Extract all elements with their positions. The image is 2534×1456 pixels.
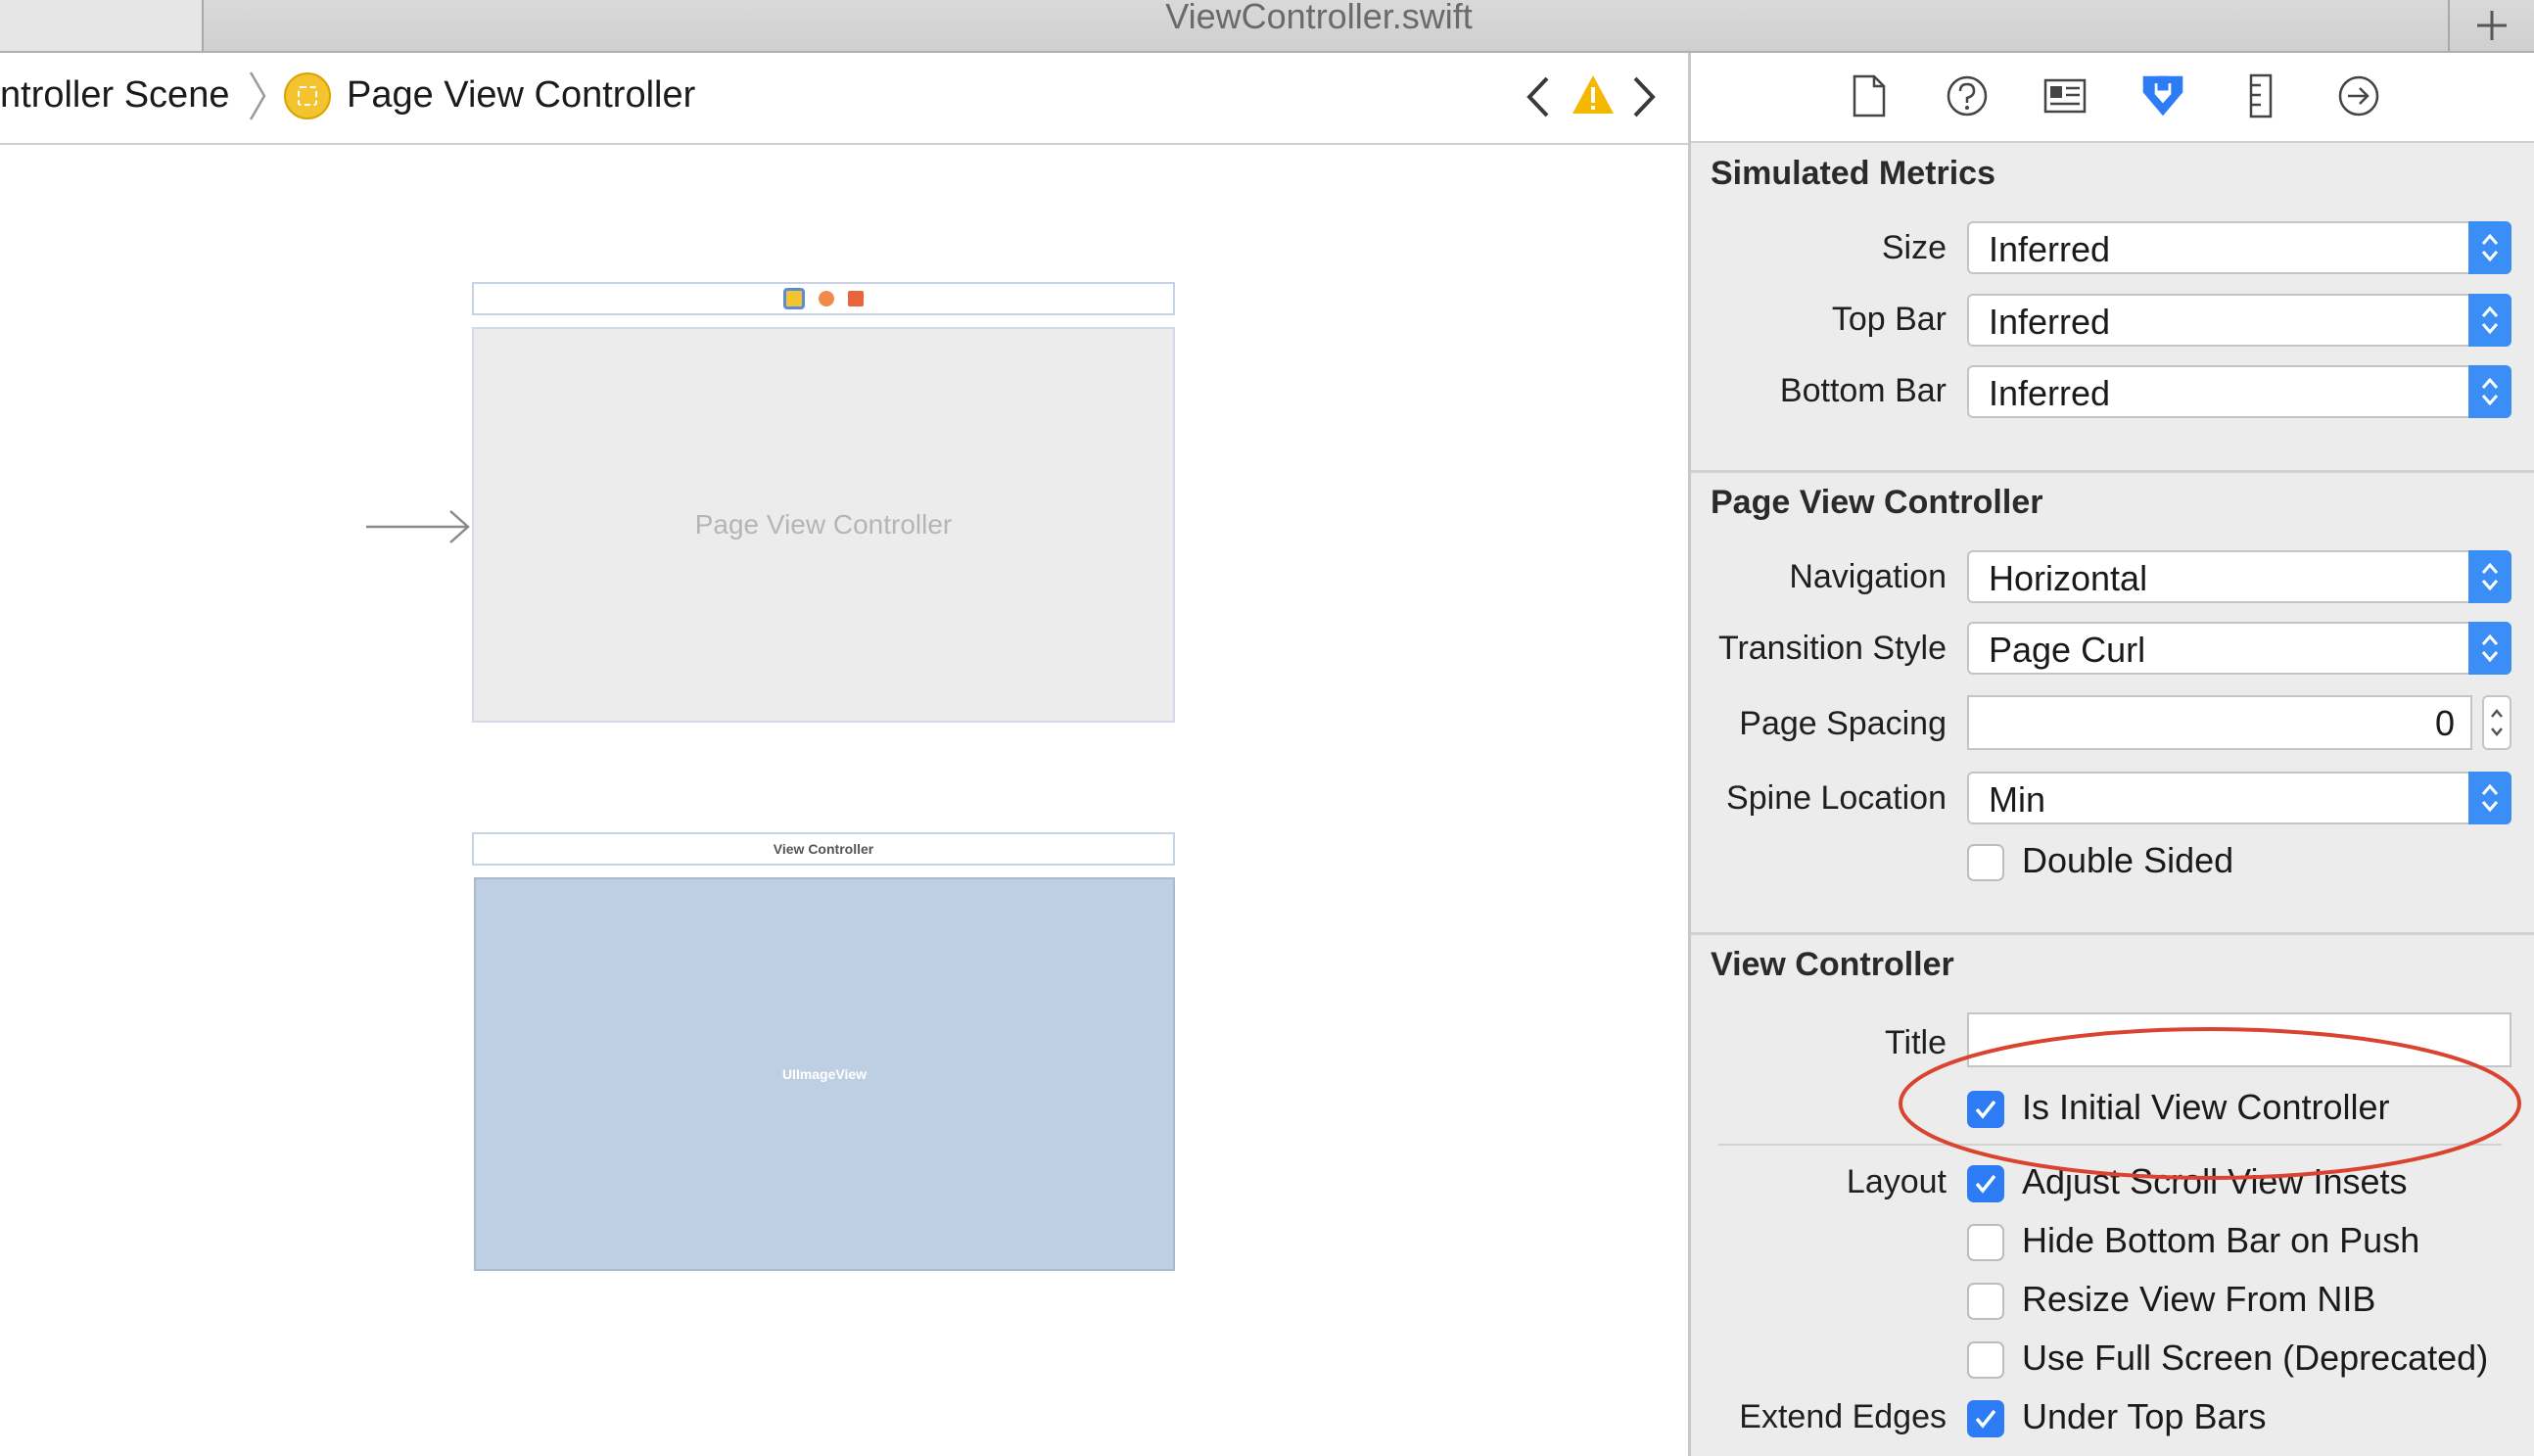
size-value: Inferred xyxy=(1989,229,2111,269)
resize-from-nib-label: Resize View From NIB xyxy=(2022,1279,2376,1319)
view-controller-scene-dock[interactable]: View Controller xyxy=(472,832,1175,866)
bottom-bar-popup[interactable]: Inferred xyxy=(1967,365,2511,418)
size-icon[interactable] xyxy=(2237,72,2284,119)
size-label: Size xyxy=(1881,229,1947,266)
extend-edges-label: Extend Edges xyxy=(1739,1398,1947,1435)
transition-style-popup[interactable]: Page Curl xyxy=(1967,622,2511,675)
help-icon[interactable] xyxy=(1944,72,1991,119)
add-tab-button[interactable] xyxy=(2448,0,2534,51)
size-popup[interactable]: Inferred xyxy=(1967,221,2511,274)
page-spacing-value: 0 xyxy=(2434,703,2455,743)
double-sided-checkbox[interactable] xyxy=(1967,844,2004,881)
window-titlebar: ViewController.swift xyxy=(0,0,2534,53)
image-view-label: UIImageView xyxy=(781,1066,868,1082)
hide-bottom-bar-checkbox[interactable] xyxy=(1967,1224,2004,1261)
identity-icon[interactable] xyxy=(2041,72,2088,119)
page-spacing-label: Page Spacing xyxy=(1739,705,1947,742)
simulated-metrics-header: Simulated Metrics xyxy=(1711,155,1995,192)
top-bar-value: Inferred xyxy=(1989,302,2111,342)
page-view-controller-scene[interactable]: Page View Controller xyxy=(472,327,1175,723)
editor-tab-left[interactable] xyxy=(0,0,204,51)
chevron-right-icon xyxy=(249,71,266,120)
transition-style-value: Page Curl xyxy=(1989,630,2146,670)
transition-style-label: Transition Style xyxy=(1717,630,1947,667)
updown-arrows-icon[interactable] xyxy=(2468,365,2511,418)
initial-entry-arrow-icon xyxy=(366,510,470,543)
stepper-arrows-icon xyxy=(2491,709,2503,736)
window-title: ViewController.swift xyxy=(1165,0,1473,36)
resize-from-nib-checkbox[interactable] xyxy=(1967,1283,2004,1320)
use-full-screen-label: Use Full Screen (Deprecated) xyxy=(2022,1338,2489,1378)
spine-location-label: Spine Location xyxy=(1726,779,1947,817)
file-icon[interactable] xyxy=(1846,72,1893,119)
checkmark-icon xyxy=(1975,1409,1996,1429)
double-sided-label: Double Sided xyxy=(2022,840,2234,880)
page-view-controller-icon xyxy=(284,72,331,119)
updown-arrows-icon[interactable] xyxy=(2468,772,2511,824)
top-bar-popup[interactable]: Inferred xyxy=(1967,294,2511,347)
storyboard-canvas[interactable]: Page View Controller View Controller UII… xyxy=(0,145,1688,1456)
under-top-bars-checkbox[interactable] xyxy=(1967,1400,2004,1437)
top-bar-label: Top Bar xyxy=(1831,301,1947,338)
chevron-left-icon[interactable] xyxy=(1524,74,1553,119)
updown-arrows-icon[interactable] xyxy=(2468,550,2511,603)
connections-icon[interactable] xyxy=(2335,72,2382,119)
section-divider xyxy=(1691,932,2534,935)
under-top-bars-label: Under Top Bars xyxy=(2022,1396,2267,1436)
navigation-value: Horizontal xyxy=(1989,558,2148,598)
use-full-screen-checkbox[interactable] xyxy=(1967,1341,2004,1379)
inspector-toolbar xyxy=(1691,53,2534,143)
bottom-bar-label: Bottom Bar xyxy=(1779,372,1947,409)
updown-arrows-icon[interactable] xyxy=(2468,622,2511,675)
page-spacing-stepper[interactable] xyxy=(2482,695,2511,750)
updown-arrows-icon[interactable] xyxy=(2468,294,2511,347)
page-view-controller-header: Page View Controller xyxy=(1711,484,2043,521)
breadcrumb-scene[interactable]: ntroller Scene xyxy=(0,74,229,117)
navigation-label: Navigation xyxy=(1789,558,1947,595)
spine-location-value: Min xyxy=(1989,779,2046,820)
page-view-controller-scene-label: Page View Controller xyxy=(694,509,953,540)
first-responder-dock-icon[interactable] xyxy=(819,291,834,306)
plus-icon xyxy=(2477,11,2507,40)
exit-dock-icon[interactable] xyxy=(848,291,864,306)
highlight-ellipse-annotation xyxy=(1899,1027,2521,1180)
updown-arrows-icon[interactable] xyxy=(2468,221,2511,274)
page-spacing-field[interactable]: 0 xyxy=(1967,695,2472,750)
attributes-icon[interactable] xyxy=(2139,72,2186,119)
bottom-bar-value: Inferred xyxy=(1989,373,2111,413)
view-controller-dock-icon[interactable] xyxy=(783,288,805,309)
view-controller-header: View Controller xyxy=(1711,946,1954,983)
breadcrumb-page-view-controller[interactable]: Page View Controller xyxy=(347,74,695,117)
warning-icon[interactable] xyxy=(1571,72,1616,117)
attributes-inspector: Simulated Metrics Size Inferred Top Bar … xyxy=(1688,53,2534,1456)
view-controller-dock-label: View Controller xyxy=(773,841,874,857)
hide-bottom-bar-label: Hide Bottom Bar on Push xyxy=(2022,1220,2420,1260)
jump-bar: ntroller Scene Page View Controller xyxy=(0,53,1688,145)
section-divider xyxy=(1691,470,2534,473)
page-view-controller-scene-dock[interactable] xyxy=(472,282,1175,315)
spine-location-popup[interactable]: Min xyxy=(1967,772,2511,824)
navigation-popup[interactable]: Horizontal xyxy=(1967,550,2511,603)
chevron-right-nav-icon[interactable] xyxy=(1629,74,1659,119)
image-view-scene[interactable]: UIImageView xyxy=(474,877,1175,1271)
